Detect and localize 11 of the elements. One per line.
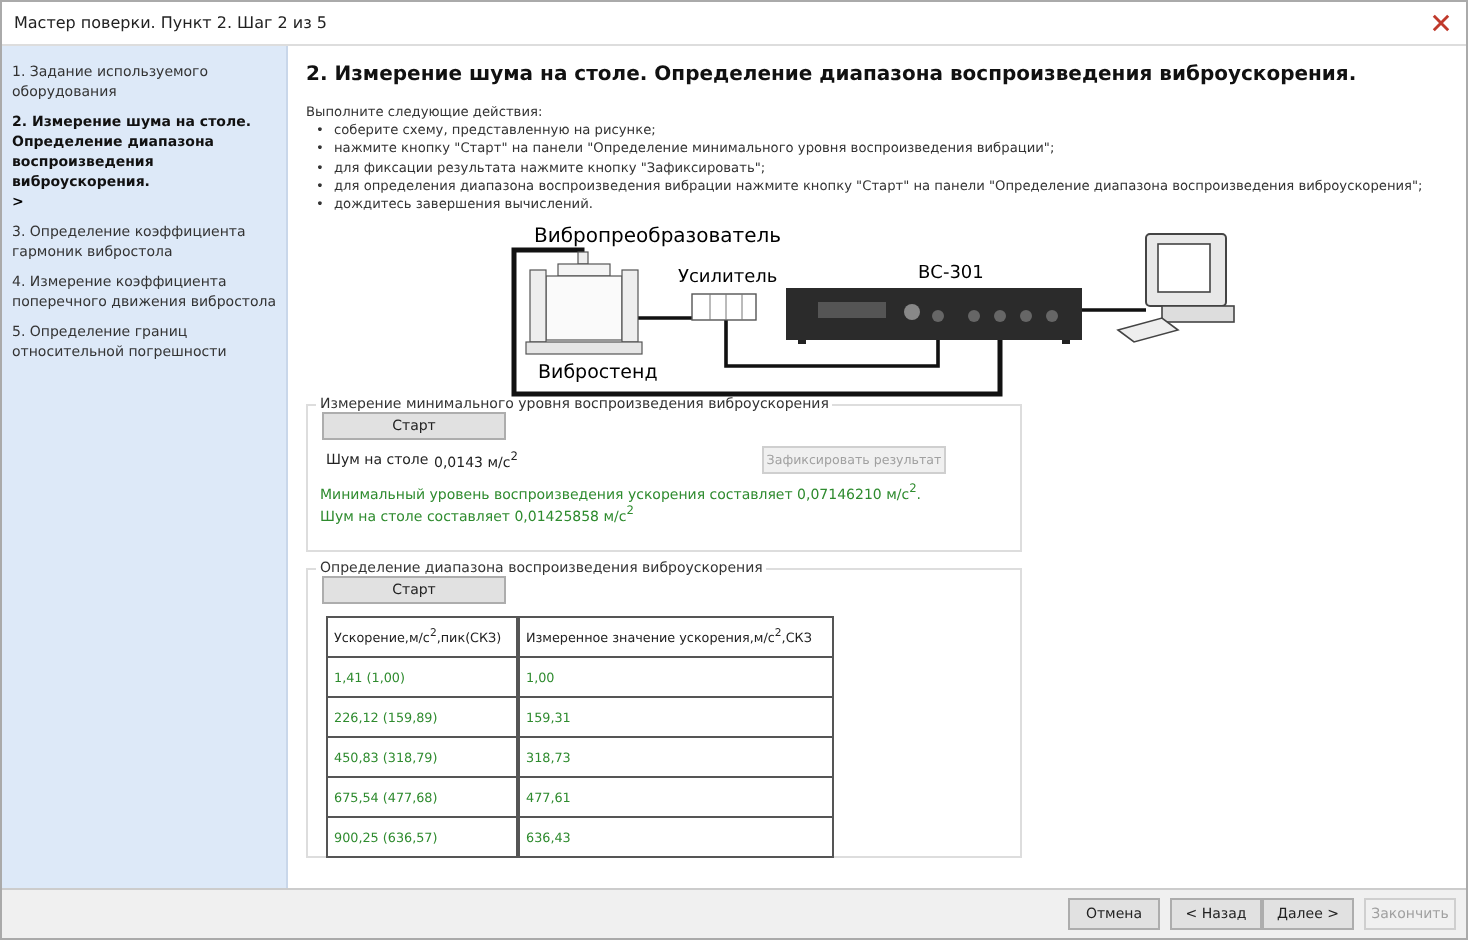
stand-label: Вибростенд <box>538 362 658 385</box>
page-heading: 2. Измерение шума на столе. Определение диапазона воспроизведения виброускорения. <box>306 64 1359 86</box>
device-label: ВС-301 <box>918 264 984 285</box>
cable-line <box>1082 309 1146 313</box>
amplifier-drawing <box>691 294 757 322</box>
close-icon[interactable] <box>1432 14 1450 32</box>
vibration-stand-drawing <box>525 252 643 356</box>
window-title: Мастер поверки. Пункт 2. Шаг 2 из 5 <box>14 14 327 32</box>
sensor-label: Вибропреобразователь <box>534 226 782 249</box>
computer-drawing <box>1116 233 1235 344</box>
amplifier-label: Усилитель <box>678 268 778 289</box>
